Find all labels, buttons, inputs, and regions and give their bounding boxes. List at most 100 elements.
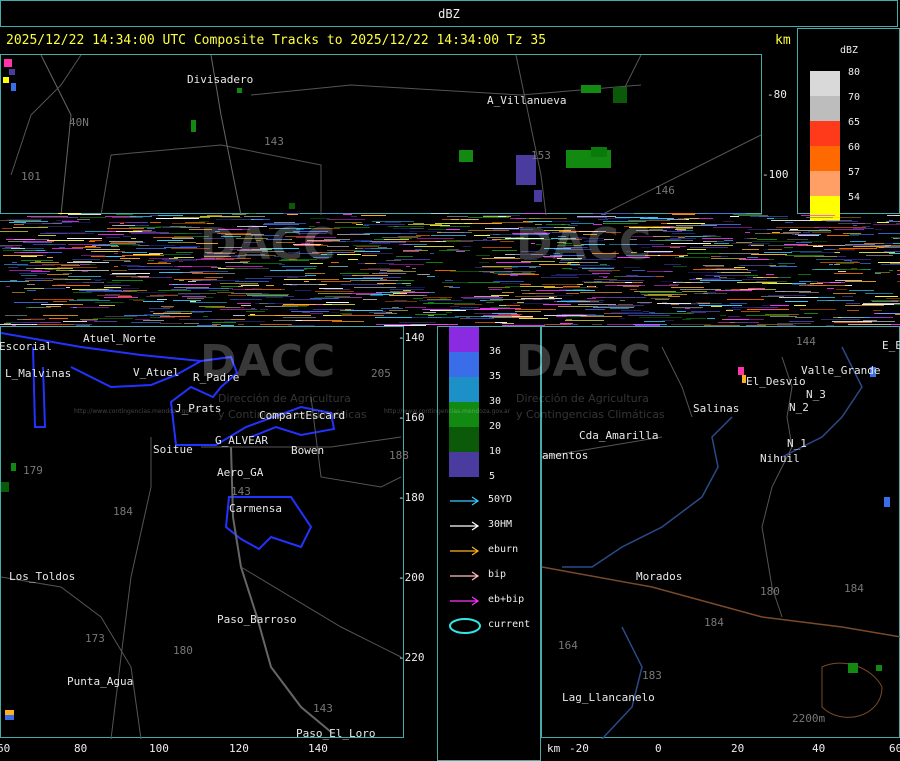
place-label: Salinas <box>693 402 740 415</box>
colorbar-label: 30 <box>489 396 502 407</box>
place-label: Escorial <box>0 340 52 353</box>
place-label: Divisadero <box>187 73 254 86</box>
place-label: Paso_El_Loro <box>296 727 376 740</box>
route-label: 179 <box>23 464 43 477</box>
place-label: N_3 <box>806 388 826 401</box>
place-label: El_Desvio <box>746 375 806 388</box>
xaxis-tick: -20 <box>569 742 589 755</box>
track-legend-label: 50YD <box>488 494 513 505</box>
place-label: N_2 <box>789 401 809 414</box>
colorbar-label: 60 <box>848 142 861 153</box>
yaxis-tick: -180 <box>398 491 425 504</box>
yaxis-tick: -220 <box>398 651 425 664</box>
track-legend-item: eb+bip <box>448 593 538 609</box>
route-label: 143 <box>231 485 251 498</box>
bottom-right-map-lines <box>542 346 900 739</box>
arrow-icon <box>450 596 480 606</box>
bottom-left-xaxis: 60 80 100 120 140 <box>0 742 437 761</box>
track-legend-item: 50YD <box>448 493 538 509</box>
place-label: E_E <box>882 339 900 352</box>
xaxis-tick: 100 <box>149 742 169 755</box>
yaxis-tick: -80 <box>767 88 787 101</box>
colorbar-label: 54 <box>848 192 861 203</box>
place-label: Morados <box>636 570 683 583</box>
place-label: CompartEscard <box>259 409 346 422</box>
dbz-colorbar: dBZ 80 70 65 60 57 54 <box>797 28 900 221</box>
colorbar-label: 35 <box>489 371 502 382</box>
route-label: 205 <box>371 367 391 380</box>
colorbar-label: 10 <box>489 446 502 457</box>
xaxis-tick: 0 <box>655 742 662 755</box>
colorbar-label: 70 <box>848 92 861 103</box>
place-label: N_1 <box>787 437 807 450</box>
window-title-bar: dBZ <box>0 0 898 27</box>
xaxis-tick: 60 <box>0 742 11 755</box>
route-label: 183 <box>642 669 662 682</box>
bottom-right-map-panel[interactable]: El_Desvio Valle_Grande N_3 N_2 N_1 Nihui… <box>541 326 900 739</box>
route-label: 184 <box>704 616 724 629</box>
bottom-left-map-lines <box>1 332 402 739</box>
colorbar-swatch <box>810 121 840 146</box>
place-label: R_Padre <box>193 371 240 384</box>
route-label: 143 <box>313 702 333 715</box>
top-yaxis: -80 -100 <box>762 54 796 214</box>
route-label: 180 <box>173 644 193 657</box>
xaxis-tick: 40 <box>812 742 826 755</box>
bottom-yaxis: -140 -160 -180 -200 -220 <box>398 326 438 738</box>
track-legend-item: eburn <box>448 543 538 559</box>
track-legend-label: 30HM <box>488 519 513 530</box>
place-label: V_Atuel <box>133 366 180 379</box>
xaxis-unit: km <box>547 742 561 755</box>
top-map-panel[interactable]: Divisadero A_Villanueva 40N 101 143 153 … <box>0 54 762 215</box>
arrow-icon <box>450 571 480 581</box>
bottom-left-map-panel[interactable]: Escorial Atuel_Norte L_Malvinas V_Atuel … <box>0 326 409 740</box>
route-label: 184 <box>113 505 133 518</box>
window-title: dBZ <box>438 7 460 21</box>
colorbar-label: 57 <box>848 167 861 178</box>
yaxis-tick: -100 <box>762 168 789 181</box>
route-label: 144 <box>796 335 816 348</box>
track-legend-label: eb+bip <box>488 594 525 605</box>
track-legend-label: bip <box>488 569 507 580</box>
top-map-lines <box>3 55 762 215</box>
place-label: Valle_Grande <box>801 364 881 377</box>
place-label: Bowen <box>291 444 325 457</box>
route-label: 143 <box>264 135 284 148</box>
ellipse-icon <box>449 618 481 634</box>
place-label: J_Prats <box>175 402 222 415</box>
place-label: Soitue <box>153 443 193 456</box>
route-label: 153 <box>531 149 551 162</box>
route-label: 146 <box>655 184 675 197</box>
colorbar-swatch <box>449 402 479 427</box>
corrupted-band <box>0 213 900 326</box>
yaxis-tick: -200 <box>398 571 425 584</box>
route-label: 101 <box>21 170 41 183</box>
place-label: Atuel_Norte <box>83 332 156 345</box>
place-label: Punta_Agua <box>67 675 134 688</box>
colorbar-swatch <box>449 352 479 377</box>
place-label: 2200m <box>792 712 826 725</box>
legend-panel: 36 35 30 20 10 5 50YD 30HM eburn bip eb+bip curren… <box>437 326 541 761</box>
place-label: Cda_Amarilla <box>579 429 659 442</box>
place-label: Nihuil <box>760 452 800 465</box>
arrow-icon <box>450 521 480 531</box>
arrow-icon <box>450 546 480 556</box>
place-label: Carmensa <box>229 502 282 515</box>
colorbar-label: 5 <box>489 471 496 482</box>
route-label: 164 <box>558 639 578 652</box>
colorbar-title: dBZ <box>840 45 859 56</box>
unit-label: km <box>775 33 791 48</box>
xaxis-tick: 80 <box>74 742 88 755</box>
place-label: G_ALVEAR <box>215 434 268 447</box>
colorbar-label: 36 <box>489 346 502 357</box>
colorbar-label: 20 <box>489 421 502 432</box>
colorbar-label: 65 <box>848 117 861 128</box>
colorbar-swatch <box>810 171 840 196</box>
place-label: amentos <box>542 449 589 462</box>
xaxis-tick: 60 <box>889 742 900 755</box>
xaxis-tick: 140 <box>308 742 328 755</box>
colorbar-swatch <box>810 96 840 121</box>
place-label: Lag_Llancanelo <box>562 691 655 704</box>
colorbar-swatch <box>449 452 479 477</box>
yaxis-tick: -140 <box>398 331 425 344</box>
